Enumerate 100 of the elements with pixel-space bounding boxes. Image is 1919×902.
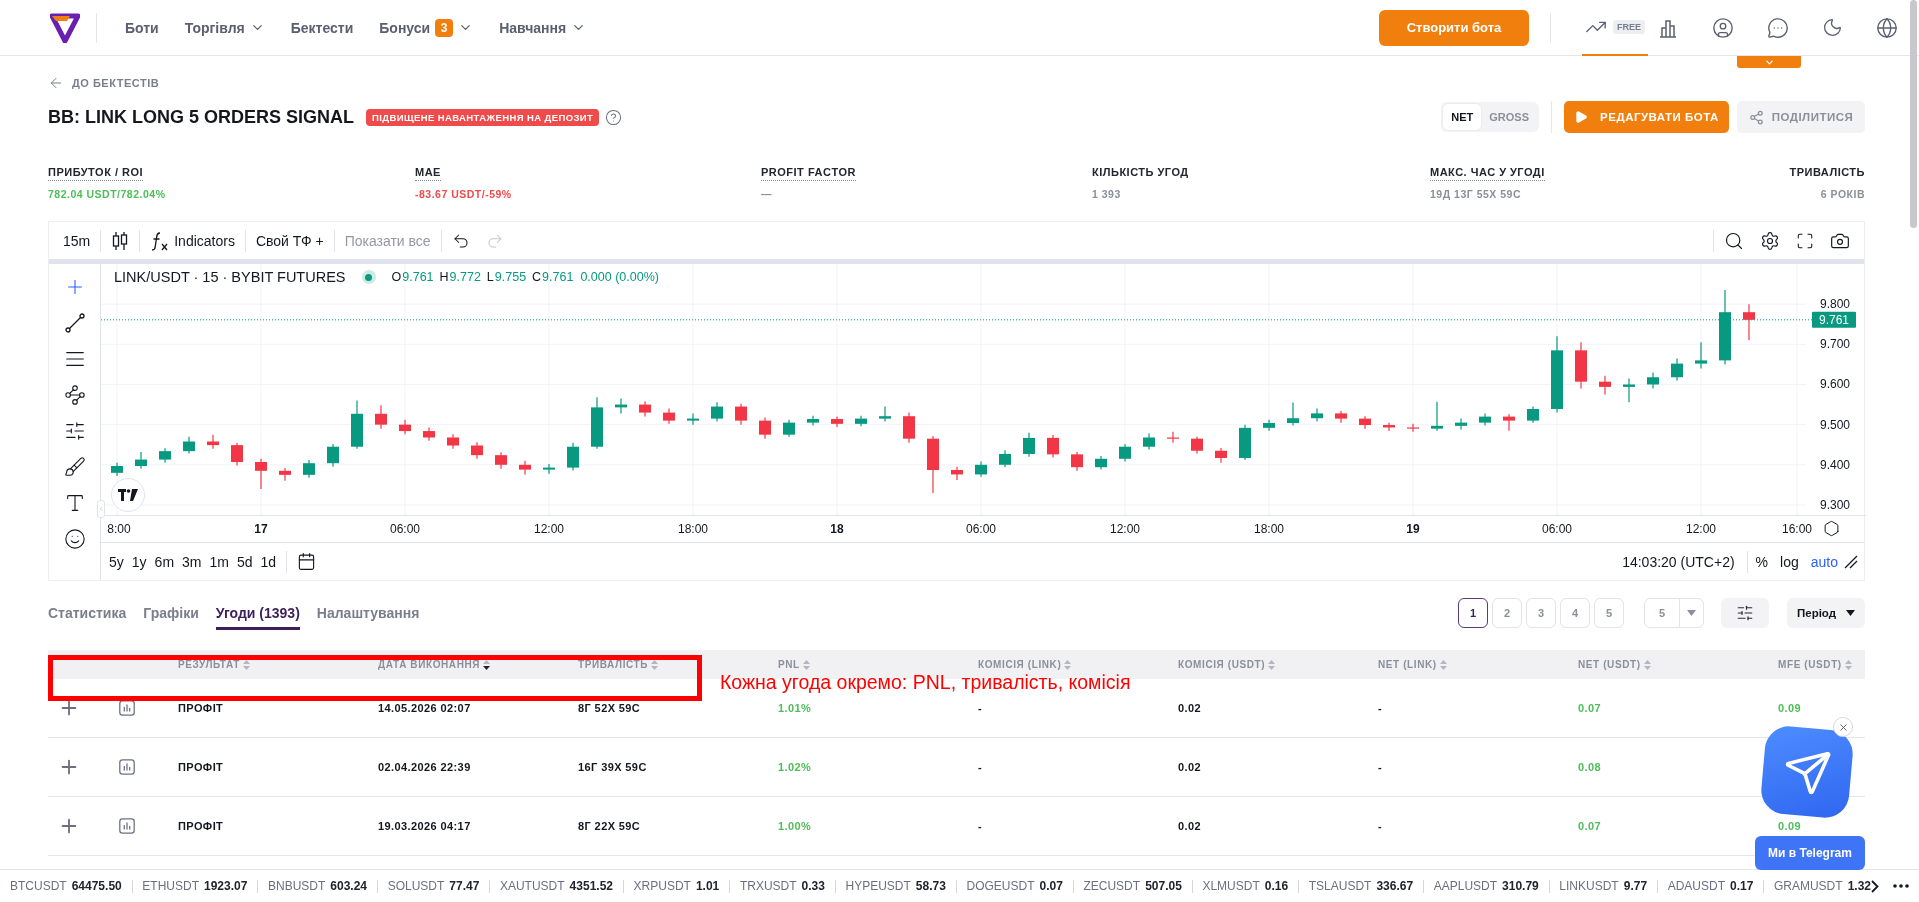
drawing-tool[interactable] xyxy=(63,420,86,442)
column-header[interactable]: NET (LINK) xyxy=(1378,659,1447,670)
range-button[interactable]: 6m xyxy=(150,553,179,570)
range-button[interactable]: 5y xyxy=(105,553,128,570)
logo-badge[interactable] xyxy=(111,478,145,512)
candle xyxy=(471,441,483,460)
range-button[interactable]: 3m xyxy=(178,553,206,570)
create-bot-button[interactable]: Створити бота xyxy=(1379,9,1529,46)
page-button[interactable]: 2 xyxy=(1492,598,1522,628)
back-link[interactable]: ДО БЕКТЕСТІВ xyxy=(48,74,160,92)
filter-button[interactable] xyxy=(1721,598,1769,628)
page-size-select[interactable]: 5 xyxy=(1644,598,1704,628)
column-header[interactable]: ДАТА ВИКОНАННЯ xyxy=(378,659,491,670)
page-button[interactable]: 4 xyxy=(1560,598,1590,628)
caret-icon xyxy=(1846,610,1856,616)
period-dropdown[interactable]: Період xyxy=(1787,598,1865,628)
table-cell: 8Г 22Х 59С xyxy=(578,820,641,832)
scale-option[interactable]: % xyxy=(1749,553,1775,570)
range-button[interactable]: 1d xyxy=(256,553,281,570)
range-button[interactable]: 1y xyxy=(127,553,151,570)
column-header[interactable]: РЕЗУЛЬТАТ xyxy=(178,659,250,670)
column-header[interactable]: КОМІСІЯ (LINK) xyxy=(978,659,1072,670)
table-cell: 02.04.2026 22:39 xyxy=(378,761,471,773)
stat-value: 782.04 USDT/782.04% xyxy=(48,187,166,201)
page-button[interactable]: 3 xyxy=(1526,598,1556,628)
close-button[interactable] xyxy=(1833,717,1853,737)
column-header[interactable]: КОМІСІЯ (USDT) xyxy=(1178,659,1276,670)
table-cell: 0.02 xyxy=(1178,761,1201,773)
annotation-text: Кожна угода окремо: PNL, тривалість, комісія xyxy=(720,671,1131,693)
nav-link[interactable]: Торгівля xyxy=(184,19,265,36)
indicators-button[interactable]: Indicators xyxy=(142,225,243,256)
moon-icon xyxy=(1822,17,1843,38)
telegram-button[interactable]: Ми в Telegram xyxy=(1755,836,1865,870)
resize-handle-icon[interactable] xyxy=(1844,554,1858,569)
drawing-tool[interactable] xyxy=(63,456,86,478)
candle xyxy=(1503,413,1515,432)
logo[interactable] xyxy=(50,12,80,43)
candle xyxy=(111,462,123,477)
last-price-tag: 9.761 xyxy=(1812,311,1856,328)
candle xyxy=(1383,422,1395,432)
collapse-handle[interactable] xyxy=(97,500,105,518)
time-label: 19 xyxy=(1406,522,1420,536)
scrollbar[interactable] xyxy=(1910,0,1917,228)
profile-button[interactable] xyxy=(1712,16,1734,39)
share-button[interactable]: ПОДІЛИТИСЯ xyxy=(1737,101,1865,133)
candle xyxy=(591,396,603,450)
drawing-tool[interactable] xyxy=(63,312,86,334)
table-cell: 1.02% xyxy=(778,761,812,773)
drawing-tool[interactable] xyxy=(63,384,86,406)
search-icon xyxy=(1724,230,1744,251)
column-header[interactable]: PNL xyxy=(778,659,810,670)
mode-option[interactable]: GROSS xyxy=(1481,104,1537,130)
drawing-tool[interactable] xyxy=(63,528,86,550)
nav-link[interactable]: Бектести xyxy=(290,19,354,36)
clock: 14:03:20 (UTC+2) xyxy=(1622,553,1736,570)
column-header[interactable]: ТРИВАЛІСТЬ xyxy=(578,659,659,670)
tab[interactable]: Налаштування xyxy=(316,596,420,630)
ticker-price: 507.05 xyxy=(1145,879,1182,893)
chat-button[interactable] xyxy=(1767,16,1789,39)
stat-label: ПРИБУТОК / ROI xyxy=(48,164,144,181)
range-button[interactable]: 5d xyxy=(232,553,257,570)
candle xyxy=(231,442,243,467)
sort-icon[interactable] xyxy=(483,659,491,670)
theme-button[interactable] xyxy=(1822,17,1843,38)
page-button[interactable]: 5 xyxy=(1594,598,1624,628)
nav-link[interactable]: Боти xyxy=(125,19,159,36)
edit-bot-button[interactable]: РЕДАГУВАТИ БОТА xyxy=(1564,101,1729,133)
candle xyxy=(927,435,939,494)
candle xyxy=(1359,415,1371,430)
stat-label: PROFIT FACTOR xyxy=(761,164,856,181)
tab[interactable]: Угоди (1393) xyxy=(215,596,300,630)
ticker-symbol: ADAUSDT xyxy=(1667,879,1725,893)
interval-button[interactable]: 15m xyxy=(55,225,99,256)
count-badge: 3 xyxy=(435,18,454,37)
range-button[interactable]: 1m xyxy=(205,553,233,570)
tab[interactable]: Графіки xyxy=(143,596,199,630)
ticker-price: 64475.50 xyxy=(71,879,122,893)
column-header[interactable]: NET (USDT) xyxy=(1578,659,1651,670)
ticker-price: 9.77 xyxy=(1623,879,1648,893)
chat-icon xyxy=(1767,16,1789,39)
custom-timeframe-button[interactable]: Свой ТФ + xyxy=(247,225,332,256)
time-label: 18 xyxy=(830,522,844,536)
ticker-symbol: BNBUSDT xyxy=(268,879,326,893)
language-button[interactable] xyxy=(1876,16,1898,39)
stat-value: — xyxy=(761,187,772,201)
scale-option[interactable]: auto xyxy=(1804,553,1844,570)
candle xyxy=(159,447,171,464)
nav-link[interactable]: Навчання xyxy=(499,19,587,36)
nav-link[interactable]: Бонуси 3 xyxy=(379,18,474,37)
status-dot xyxy=(361,270,376,284)
next-button[interactable] xyxy=(1871,879,1879,893)
page-button[interactable]: 1 xyxy=(1458,598,1488,628)
axis-settings-button[interactable] xyxy=(1823,520,1840,537)
help-icon[interactable] xyxy=(605,108,623,126)
analytics-tab[interactable]: FREE xyxy=(1582,0,1648,56)
more-button[interactable] xyxy=(1893,884,1909,888)
tab[interactable]: Статистика xyxy=(48,596,127,630)
column-header[interactable]: MFE (USDT) xyxy=(1778,659,1852,670)
scale-option[interactable]: log xyxy=(1774,553,1805,570)
mode-option[interactable]: NET xyxy=(1443,104,1482,130)
